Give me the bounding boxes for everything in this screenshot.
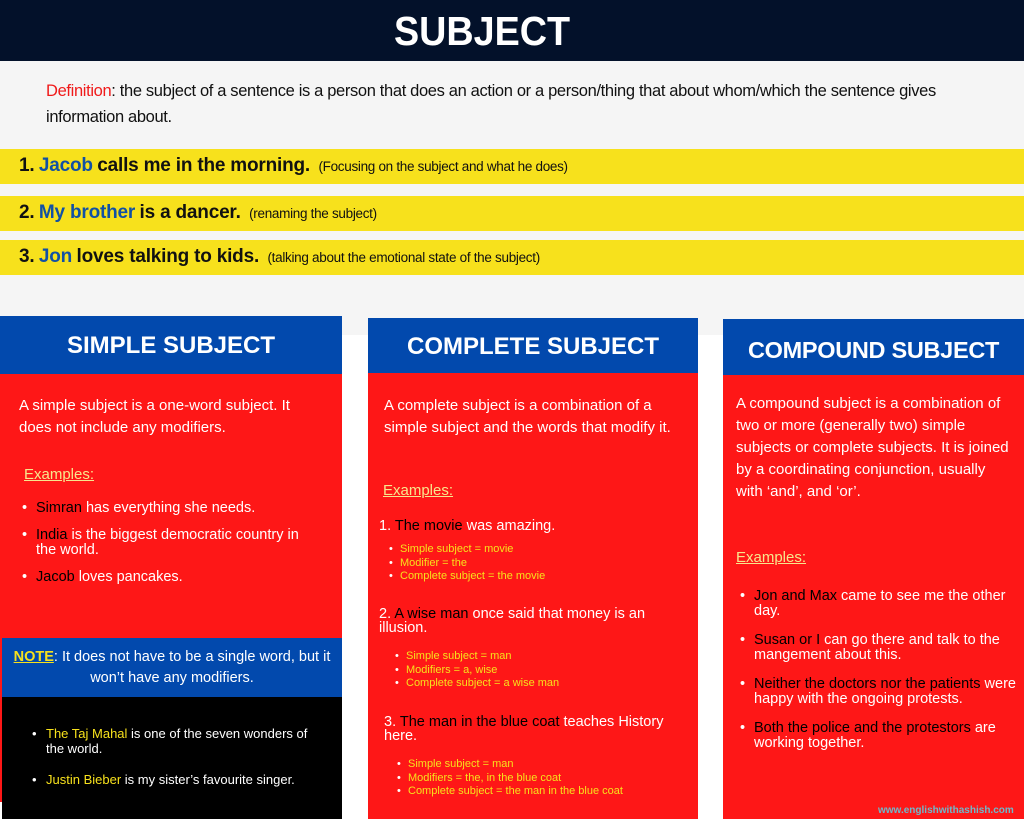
example-bar: 1. Jacob calls me in the morning. (Focus… <box>0 149 1024 184</box>
list-item: Complete subject = the movie <box>388 570 545 584</box>
example-sentence: calls me in the morning. <box>97 155 310 176</box>
compound-examples-list: Jon and Max came to see me the other day… <box>738 589 1018 751</box>
example-subject: My brother <box>38 202 136 223</box>
list-item: Modifiers = a, wise <box>394 664 559 678</box>
note-box: NOTE: It does not have to be a single wo… <box>2 638 342 697</box>
example-sentence: loves talking to kids. <box>76 246 260 267</box>
list-item: Complete subject = the man in the blue c… <box>396 785 623 799</box>
note-examples-list: The Taj Mahal is one of the seven wonder… <box>30 726 320 787</box>
complete-subject-description: A complete subject is a combination of a… <box>384 397 671 436</box>
complete-example-details: Simple subject = man Modifiers = the, in… <box>396 758 623 799</box>
note-examples-box: The Taj Mahal is one of the seven wonder… <box>2 697 342 819</box>
example-note: (talking about the emotional state of th… <box>267 250 540 265</box>
note-label: NOTE <box>13 649 54 665</box>
example-note: (Focusing on the subject and what he doe… <box>318 159 568 174</box>
complete-example: 2. A wise man once said that money is an… <box>379 606 646 636</box>
example-subject: Jon <box>38 246 73 267</box>
compound-subject-title: COMPOUND SUBJECT <box>723 319 1024 375</box>
example-bar: 3. Jon loves talking to kids. (talking a… <box>0 240 1024 275</box>
simple-subject-title: SIMPLE SUBJECT <box>0 316 342 374</box>
examples-label: Examples: <box>383 482 454 499</box>
example-number: 1. <box>19 155 35 176</box>
complete-subject-title: COMPLETE SUBJECT <box>368 318 698 373</box>
definition-text: Definition: the subject of a sentence is… <box>46 78 996 130</box>
complete-example-details: Simple subject = movie Modifier = the Co… <box>388 543 545 584</box>
list-item: Susan or I can go there and talk to the … <box>738 633 1018 663</box>
complete-example-details: Simple subject = man Modifiers = a, wise… <box>394 650 559 691</box>
list-item: Simple subject = man <box>396 758 623 772</box>
list-item: Both the police and the protestors are w… <box>738 721 1018 751</box>
list-item: Simran has everything she needs. <box>20 501 320 517</box>
definition-label: Definition <box>46 82 112 100</box>
page-title: SUBJECT <box>393 8 571 54</box>
list-item: Justin Bieber is my sister’s favourite s… <box>30 772 320 787</box>
examples-label: Examples: <box>736 549 807 566</box>
example-number: 3. <box>19 246 35 267</box>
complete-subject-card <box>368 373 698 819</box>
list-item: The Taj Mahal is one of the seven wonder… <box>30 726 320 756</box>
example-subject: Jacob <box>38 155 93 176</box>
complete-example: 3. The man in the blue coat teaches Hist… <box>384 714 664 744</box>
definition-body: : the subject of a sentence is a person … <box>46 82 936 126</box>
compound-subject-description: A compound subject is a combination of t… <box>736 395 1009 500</box>
examples-label: Examples: <box>24 466 95 483</box>
website-watermark: www.englishwithashish.com <box>878 805 1014 816</box>
example-bar: 2. My brother is a dancer. (renaming the… <box>0 196 1024 231</box>
list-item: India is the biggest democratic country … <box>20 528 320 558</box>
example-sentence: is a dancer. <box>139 202 241 223</box>
list-item: Simple subject = man <box>394 650 559 664</box>
simple-examples-list: Simran has everything she needs. India i… <box>20 501 320 586</box>
list-item: Jacob loves pancakes. <box>20 570 320 586</box>
note-text: NOTE: It does not have to be a single wo… <box>13 649 331 686</box>
simple-subject-description: A simple subject is a one-word subject. … <box>19 397 290 436</box>
example-note: (renaming the subject) <box>249 206 377 221</box>
list-item: Simple subject = movie <box>388 543 545 557</box>
list-item: Neither the doctors nor the patients wer… <box>738 677 1018 707</box>
example-number: 2. <box>19 202 35 223</box>
complete-example: 1. The movie was amazing. <box>379 518 556 534</box>
list-item: Modifiers = the, in the blue coat <box>396 772 623 786</box>
list-item: Jon and Max came to see me the other day… <box>738 589 1018 619</box>
list-item: Modifier = the <box>388 557 545 571</box>
list-item: Complete subject = a wise man <box>394 677 559 691</box>
